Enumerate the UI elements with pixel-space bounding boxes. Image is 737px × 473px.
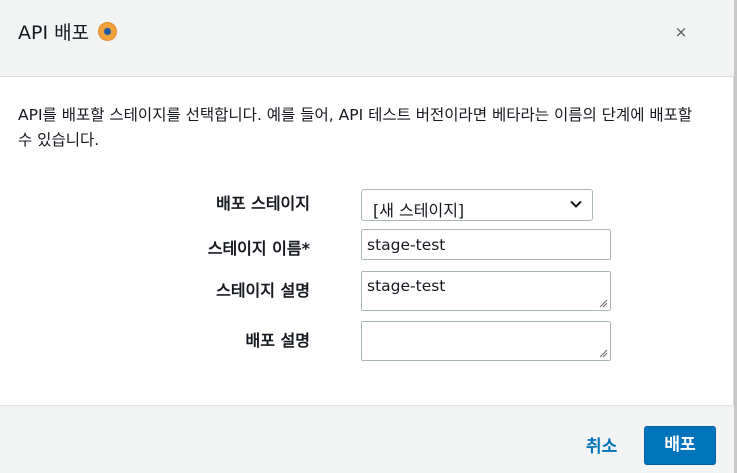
dialog-title: API 배포 — [18, 18, 118, 45]
stage-description-label: 스테이지 설명 — [216, 281, 310, 300]
stage-select-value: [새 스테이지] — [373, 201, 465, 220]
dialog-description: API를 배포할 스테이지를 선택합니다. 예를 들어, API 테스트 버전이… — [18, 106, 693, 149]
stage-name-value: stage-test — [367, 236, 446, 254]
deploy-button[interactable]: 배포 — [644, 426, 716, 465]
cancel-button[interactable]: 취소 — [586, 432, 617, 457]
dialog-footer: 취소 배포 — [0, 405, 734, 473]
stage-name-input[interactable]: stage-test — [361, 229, 611, 260]
dialog-title-text: API 배포 — [18, 22, 90, 44]
resize-handle-icon[interactable] — [599, 299, 608, 308]
close-button[interactable]: × — [673, 24, 689, 40]
info-icon[interactable] — [98, 22, 118, 41]
deploy-api-dialog: API 배포 × API를 배포할 스테이지를 선택합니다. 예를 들어, AP… — [0, 0, 734, 473]
stage-select[interactable]: [새 스테이지] — [361, 189, 593, 221]
stage-description-textarea[interactable]: stage-test — [361, 271, 611, 311]
resize-handle-icon[interactable] — [599, 349, 608, 358]
deployment-description-textarea[interactable] — [361, 321, 611, 361]
stage-description-value: stage-test — [367, 277, 446, 295]
stage-name-label: 스테이지 이름* — [207, 239, 310, 258]
chevron-down-icon — [570, 200, 582, 208]
deployment-description-label: 배포 설명 — [245, 331, 310, 350]
stage-label: 배포 스테이지 — [216, 194, 310, 213]
dialog-header: API 배포 × — [0, 0, 734, 77]
